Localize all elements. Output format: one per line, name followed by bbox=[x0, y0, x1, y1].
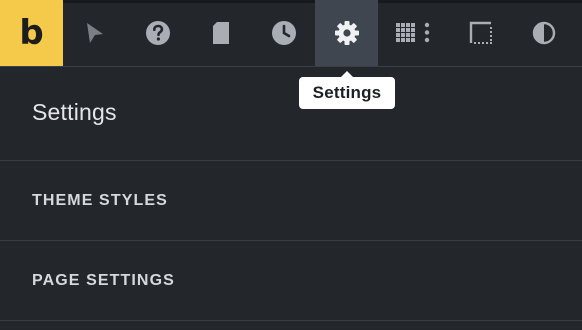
menu-item-page-settings[interactable]: PAGE SETTINGS bbox=[0, 241, 582, 320]
history-icon bbox=[271, 21, 296, 45]
divider bbox=[0, 320, 582, 321]
gear-icon bbox=[334, 21, 359, 45]
help-icon bbox=[145, 21, 170, 45]
contrast-icon bbox=[532, 21, 555, 45]
settings-button[interactable] bbox=[315, 0, 378, 66]
border-toggle-button[interactable] bbox=[449, 0, 512, 66]
main-toolbar: b bbox=[0, 0, 582, 67]
cursor-icon bbox=[86, 23, 103, 43]
page-icon bbox=[212, 22, 229, 44]
panel-title: Settings bbox=[32, 99, 117, 125]
menu-item-label: PAGE SETTINGS bbox=[32, 271, 175, 289]
help-button[interactable] bbox=[126, 0, 189, 66]
border-icon bbox=[469, 21, 492, 44]
settings-tooltip: Settings bbox=[299, 71, 395, 109]
contrast-button[interactable] bbox=[512, 0, 575, 66]
menu-item-label: THEME STYLES bbox=[32, 191, 168, 209]
select-tool-button[interactable] bbox=[63, 0, 126, 66]
logo-text: b bbox=[19, 13, 44, 53]
menu-item-theme-styles[interactable]: THEME STYLES bbox=[0, 161, 582, 240]
pages-button[interactable] bbox=[189, 0, 252, 66]
structure-button[interactable] bbox=[378, 0, 449, 66]
history-button[interactable] bbox=[252, 0, 315, 66]
grid-menu-icon bbox=[395, 22, 429, 43]
logo[interactable]: b bbox=[0, 0, 63, 66]
